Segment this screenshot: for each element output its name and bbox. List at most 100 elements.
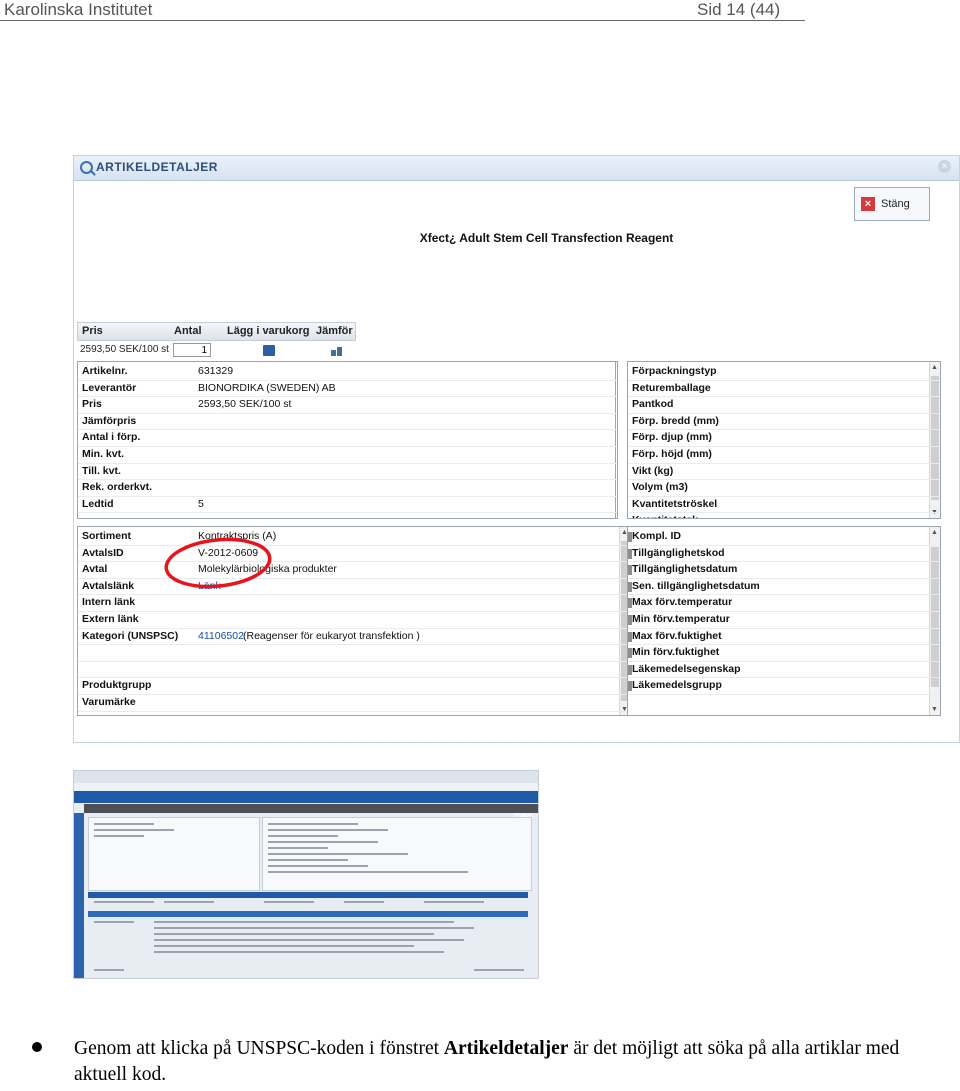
row-marker <box>628 664 632 675</box>
add-to-cart-col: Lägg i varukorg <box>227 325 310 337</box>
price-header: Pris Antal Lägg i varukorg Jämför <box>77 322 356 341</box>
classification-row: Kategori (UNSPSC) 41106502 (Reagenser för… <box>78 629 618 646</box>
classification-row-label: Varumärke <box>82 696 136 708</box>
article-row-value: 631329 <box>198 365 234 377</box>
row-marker <box>628 648 632 659</box>
storage-row-label: Tillgänglighetskod <box>632 546 725 559</box>
storage-row-label: Max förv.temperatur <box>632 596 733 609</box>
storage-row: Max förv.fuktighet <box>628 629 928 646</box>
packaging-row: Volym (m3) <box>628 480 928 497</box>
storage-row: Min förv.temperatur <box>628 612 928 629</box>
row-marker <box>628 548 632 559</box>
article-row-label: Pris <box>82 398 102 411</box>
packaging-row: Vikt (kg) <box>628 464 928 481</box>
compare-icon[interactable] <box>331 344 343 356</box>
article-row: Ledtid 5 <box>78 497 613 514</box>
side-tab <box>74 813 84 978</box>
thumbnail-text-line <box>268 859 348 861</box>
dialog-titlebar: ARTIKELDETALJER × <box>74 156 959 181</box>
attachment-header-band <box>88 911 528 917</box>
article-row-label: Artikelnr. <box>82 365 128 377</box>
quantity-col: Antal <box>174 325 202 337</box>
close-icon[interactable]: × <box>938 160 951 173</box>
packaging-row-label: Förpackningstyp <box>632 365 717 377</box>
thumbnail-text-line <box>94 901 154 903</box>
instruction-paragraph: Genom att klicka på UNSPSC-koden i fönst… <box>74 1036 934 1088</box>
packaging-row-label: Förp. höjd (mm) <box>632 448 712 460</box>
paragraph-text-1: Genom att klicka på UNSPSC-koden i fönst… <box>74 1038 444 1059</box>
article-row-label: Antal i förp. <box>82 431 141 444</box>
storage-info-table: ▲ ▼ Kompl. ID Tillgänglighetskod Tillgängl… <box>627 526 941 716</box>
thumbnail-text-line <box>154 927 474 929</box>
packaging-row-label: Vikt (kg) <box>632 464 674 477</box>
article-row-label: Rek. orderkvt. <box>82 481 153 494</box>
packaging-row: Förp. höjd (mm) <box>628 447 928 464</box>
packaging-row-label: Returemballage <box>632 381 711 394</box>
classification-row-label: Extern länk <box>82 613 139 625</box>
storage-row: Max förv.temperatur <box>628 595 928 612</box>
storage-row: Läkemedelsgrupp <box>628 678 928 695</box>
storage-row: Tillgänglighetskod <box>628 546 928 563</box>
article-row-value: 2593,50 SEK/100 st <box>198 398 292 411</box>
thumbnail-text-line <box>268 853 408 855</box>
save-cart-icon[interactable] <box>263 345 275 356</box>
storage-row-label: Läkemedelsgrupp <box>632 679 722 692</box>
thumbnail-text-line <box>268 871 468 873</box>
article-row-value: 5 <box>198 497 204 510</box>
article-row-label: Ledtid <box>82 497 114 510</box>
packaging-row-label: Kvantitetstak <box>632 514 698 518</box>
classification-row-value-extra: (Reagenser för eukaryot transfektion ) <box>243 629 420 642</box>
dialog-title: ARTIKELDETALJER <box>96 160 218 174</box>
close-button[interactable]: × Stäng <box>854 187 930 221</box>
article-row: Artikelnr. 631329 <box>78 364 613 381</box>
page-number: Sid 14 (44) <box>697 0 781 19</box>
thumbnail-text-line <box>268 829 388 831</box>
thumbnail-text-line <box>164 901 214 903</box>
packaging-row: Pantkod <box>628 397 928 414</box>
storage-row-label: Tillgänglighetsdatum <box>632 563 738 576</box>
close-x-icon: × <box>861 197 875 211</box>
quantity-input[interactable] <box>173 343 211 357</box>
storage-scrollbar[interactable]: ▲ ▼ <box>929 527 940 715</box>
row-marker <box>628 532 632 542</box>
classification-row <box>78 662 618 679</box>
packaging-row-label: Förp. djup (mm) <box>632 431 712 444</box>
storage-row: Läkemedelsegenskap <box>628 662 928 679</box>
compare-col: Jämför <box>316 325 353 337</box>
thumbnail-text-line <box>268 823 358 825</box>
storage-row-label: Min förv.temperatur <box>632 613 730 625</box>
classification-row-label: Intern länk <box>82 596 136 609</box>
packaging-row-label: Förp. bredd (mm) <box>632 414 719 427</box>
row-marker <box>628 598 632 609</box>
classification-row-label: AvtalsID <box>82 546 124 559</box>
thumbnail-text-line <box>154 933 434 935</box>
thumbnail-text-line <box>154 951 444 953</box>
classification-row-value[interactable]: 41106502 <box>198 630 244 642</box>
bookmarks-bar <box>74 783 538 791</box>
row-marker <box>628 615 632 625</box>
magnifier-icon <box>80 161 93 174</box>
packaging-scrollbar[interactable]: ▲ ▼ <box>929 362 940 518</box>
classification-row: Sortiment Kontraktspris (A) <box>78 529 618 546</box>
thumbnail-text-line <box>268 835 338 837</box>
thumbnail-text-line <box>268 841 378 843</box>
classification-row: Avtal Molekylärbiologiska produkter <box>78 562 618 579</box>
packaging-info-table: ▲ ▼ Förpackningstyp Returemballage Pantkod… <box>627 361 941 519</box>
thumbnail-text-line <box>268 847 328 849</box>
thumbnail-text-line <box>154 945 414 947</box>
row-marker <box>628 565 632 576</box>
thumbnail-text-line <box>94 829 174 831</box>
thumbnail-text-line <box>344 901 384 903</box>
classification-row-label: Avtalslänk <box>82 579 135 592</box>
storage-row: Tillgänglighetsdatum <box>628 562 928 579</box>
article-row-value: BIONORDIKA (SWEDEN) AB <box>198 381 336 394</box>
thumbnail-text-line <box>264 901 314 903</box>
row-marker <box>628 631 632 642</box>
classification-row <box>78 645 618 662</box>
article-row: Rek. orderkvt. <box>78 480 613 497</box>
classification-row-label: Produktgrupp <box>82 679 152 692</box>
thumbnail-text-line <box>154 939 464 941</box>
thumbnail-text-line <box>474 969 524 971</box>
row-marker <box>628 681 632 692</box>
row-marker <box>628 581 632 592</box>
